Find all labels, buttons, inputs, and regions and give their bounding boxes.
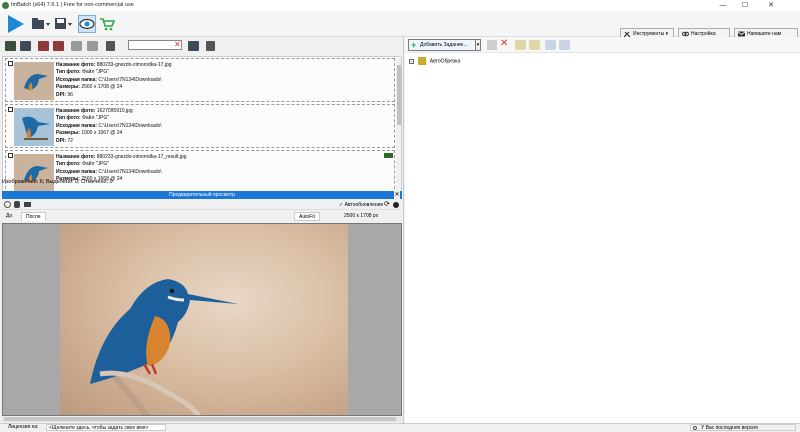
main-toolbar: Инструменты ▾ Настройка Напишите нам [0, 11, 800, 40]
tab-after[interactable]: После [21, 212, 46, 221]
preview-image [60, 224, 348, 415]
window-title: ImBatch (x64) 7.6.1 | Free for non-comme… [11, 2, 134, 8]
list-item[interactable]: Название фото: 880233-gnezdo-zimorodka-1… [5, 150, 395, 194]
tasks-toolbar: + Добавить Задание... ▾ ✕ [405, 37, 800, 53]
zoom-icon[interactable] [4, 201, 11, 208]
undo-icon[interactable] [515, 40, 526, 50]
processed-badge-icon [384, 153, 393, 158]
move-down-button[interactable] [86, 39, 99, 53]
remove-folder-icon [53, 41, 64, 51]
kingfisher-photo [90, 279, 238, 415]
add-image-icon [5, 41, 16, 51]
version-status: У Вас последняя версия [690, 424, 796, 431]
move-task-down-icon[interactable] [559, 40, 570, 50]
delete-task-icon[interactable]: ✕ [500, 38, 508, 50]
license-label: Лицензия на: [8, 424, 39, 430]
preview-header: Предварительный просмотр ✕ [2, 191, 402, 199]
color-picker-icon[interactable] [393, 202, 399, 208]
item-checkbox[interactable] [8, 107, 13, 112]
title-bar: ImBatch (x64) 7.6.1 | Free for non-comme… [0, 0, 800, 11]
minimize-button[interactable]: — [712, 0, 734, 11]
remove-folder-button[interactable] [52, 39, 65, 53]
close-button[interactable]: ✕ [760, 0, 782, 11]
autofit-button[interactable]: AutoFit [294, 212, 320, 221]
list-scrollbar-thumb[interactable] [397, 65, 401, 125]
filter-button[interactable] [187, 39, 200, 53]
image-dimensions: 2500 x 1708 px [344, 213, 379, 219]
image-up-icon [71, 41, 82, 51]
right-pane: + Добавить Задание... ▾ ✕ − АвтоОбрезка [405, 37, 800, 423]
image-info: Название фото: 1627095910.jpg Тип фото: … [56, 108, 162, 144]
image-down-icon [87, 41, 98, 51]
eye-icon [79, 18, 95, 30]
camera-icon[interactable] [24, 202, 31, 207]
add-task-button[interactable]: + Добавить Задание... [408, 39, 481, 51]
hand-icon[interactable] [14, 201, 20, 208]
save-menu-button[interactable] [53, 15, 73, 33]
preview-tabs: До После AutoFit 2500 x 1708 px [2, 211, 402, 221]
remove-image-icon [38, 41, 49, 51]
cart-icon [100, 18, 116, 31]
maximize-button[interactable]: ☐ [734, 0, 756, 11]
tree-collapse-icon[interactable]: − [409, 58, 414, 64]
refresh-icon[interactable]: ⟳ [384, 201, 390, 208]
buy-button[interactable] [98, 15, 116, 33]
list-status: Изображений: 6; Выделено: 0; Отмечено: 0 [2, 179, 113, 185]
plus-icon: + [411, 40, 417, 50]
add-images-button[interactable] [4, 39, 17, 53]
open-menu-button[interactable] [30, 15, 50, 33]
autoupdate-checkbox[interactable]: ✓ Автообновление [339, 202, 383, 208]
image-thumbnail [14, 62, 54, 100]
sort-icon [106, 41, 115, 51]
add-task-label: Добавить Задание... [420, 42, 468, 48]
list-view-icon [206, 41, 215, 51]
image-thumbnail [14, 108, 54, 146]
remove-task-icon[interactable] [487, 40, 497, 50]
move-task-up-icon[interactable] [545, 40, 556, 50]
preview-hscrollbar-thumb[interactable] [4, 417, 396, 421]
view-mode-button[interactable] [205, 39, 225, 53]
filter-icon [188, 41, 199, 51]
image-list[interactable]: Название фото: 880233-gnezdo-zimorodka-1… [2, 56, 402, 196]
tab-before[interactable]: До [2, 212, 16, 221]
save-icon [55, 18, 72, 29]
preview-title: Предварительный просмотр [169, 192, 235, 198]
folder-open-icon [32, 18, 50, 29]
task-tree: − АвтоОбрезка [409, 57, 460, 66]
clear-search-icon[interactable]: ✕ [174, 40, 181, 50]
preview-close-button[interactable]: ✕ [394, 191, 400, 199]
item-checkbox[interactable] [8, 61, 13, 66]
add-folder-button[interactable] [19, 39, 32, 53]
remove-image-button[interactable] [37, 39, 50, 53]
tree-item-label: АвтоОбрезка [429, 58, 461, 65]
run-button[interactable] [4, 13, 26, 35]
list-item[interactable]: Название фото: 1627095910.jpg Тип фото: … [5, 104, 395, 148]
left-pane: ✕ Название фото: 880233-gnezdo-zimorodka… [0, 37, 404, 423]
preview-canvas[interactable] [2, 223, 402, 416]
list-item[interactable]: Название фото: 880233-gnezdo-zimorodka-1… [5, 58, 395, 102]
add-task-dropdown[interactable]: ▾ [475, 39, 481, 51]
add-folder-icon [20, 41, 31, 51]
item-checkbox[interactable] [8, 153, 13, 158]
status-bar: Лицензия на: <Щелкните здесь, чтобы зада… [0, 423, 800, 431]
sort-button[interactable] [105, 39, 125, 53]
move-up-button[interactable] [70, 39, 83, 53]
image-thumbnail [14, 154, 54, 192]
image-info: Название фото: 880233-gnezdo-zimorodka-1… [56, 62, 172, 98]
preview-toggle-button[interactable] [78, 15, 96, 33]
app-icon [2, 2, 9, 9]
autocrop-icon [418, 57, 427, 65]
play-icon [8, 15, 24, 33]
license-name-field[interactable]: <Щелкните здесь, чтобы задать свое имя> [46, 424, 166, 431]
redo-icon[interactable] [529, 40, 540, 50]
info-icon [693, 426, 697, 430]
tree-item[interactable]: − АвтоОбрезка [409, 57, 460, 66]
preview-toolbar: ✓ Автообновление ⟳ [2, 200, 402, 210]
